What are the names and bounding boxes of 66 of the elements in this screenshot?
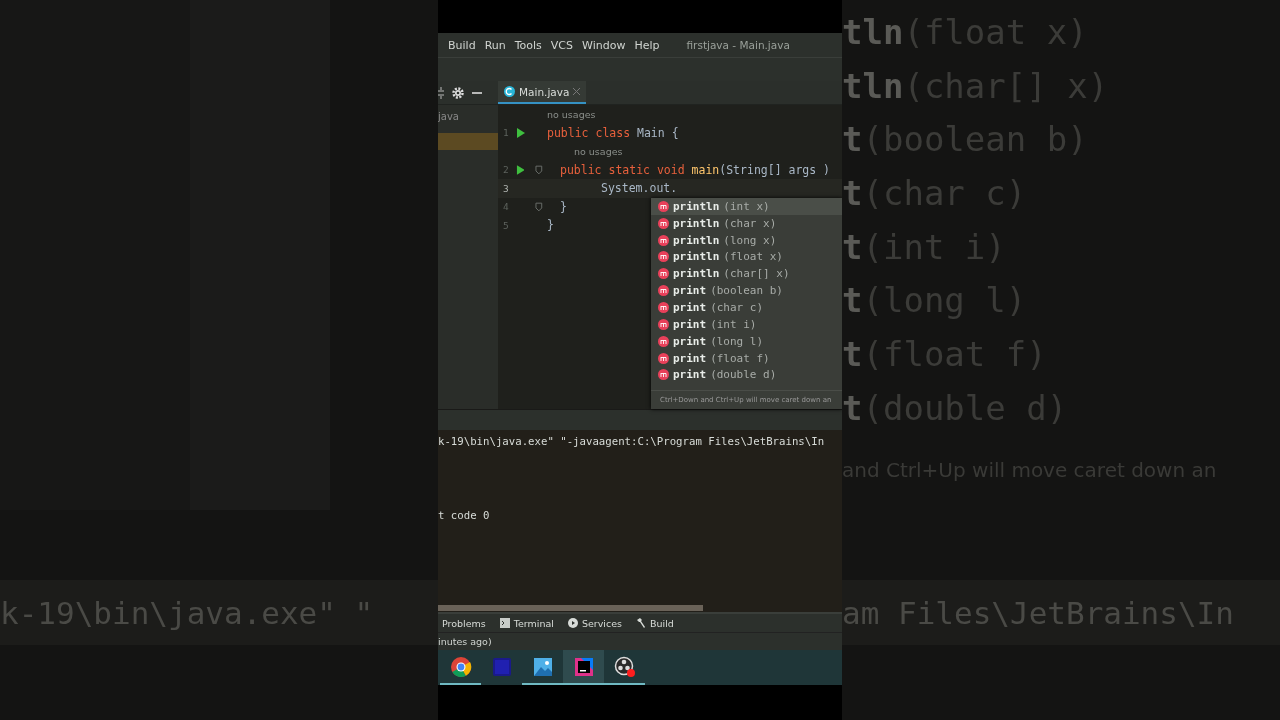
usage-hint[interactable]: no usages bbox=[547, 108, 596, 120]
line-number: 3 bbox=[503, 182, 510, 194]
hammer-icon bbox=[636, 618, 646, 628]
code-line: } bbox=[547, 218, 554, 233]
method-icon bbox=[658, 251, 669, 263]
tool-tab[interactable]: Terminal bbox=[513, 617, 554, 629]
completion-item[interactable]: print (char c) bbox=[651, 299, 842, 316]
method-icon bbox=[658, 285, 669, 297]
line-number: 4 bbox=[503, 201, 510, 213]
menu-item[interactable]: VCS bbox=[550, 38, 580, 52]
console-line: k-19\bin\java.exe" "-javaagent:C:\Program Files\JetBrains\In bbox=[438, 435, 826, 450]
completion-item[interactable]: println (char x) bbox=[651, 214, 842, 232]
recorder-icon[interactable] bbox=[613, 655, 636, 678]
menu-item[interactable]: Help bbox=[634, 38, 666, 52]
usage-hint[interactable]: no usages bbox=[574, 145, 623, 157]
browser-icon[interactable] bbox=[449, 655, 472, 678]
completion-item[interactable]: println (char[] x) bbox=[651, 265, 842, 283]
method-icon bbox=[658, 369, 669, 381]
line-number: 1 bbox=[503, 127, 510, 139]
line-number: 5 bbox=[503, 219, 510, 231]
menu-item[interactable]: Tools bbox=[514, 38, 548, 52]
editor-tab[interactable]: Main.java bbox=[498, 81, 587, 104]
ide-icon[interactable] bbox=[572, 655, 595, 678]
console-line: t code 0 bbox=[438, 509, 491, 524]
status-text: inutes ago) bbox=[438, 636, 492, 647]
menu-item[interactable]: Window bbox=[582, 38, 632, 52]
fold-icon[interactable] bbox=[535, 201, 543, 212]
run-icon[interactable] bbox=[515, 164, 525, 175]
close-icon[interactable] bbox=[573, 88, 581, 95]
play-circle-icon bbox=[567, 618, 578, 628]
tool-tab[interactable]: Problems bbox=[442, 617, 486, 629]
photos-icon[interactable] bbox=[531, 655, 554, 678]
method-icon bbox=[658, 352, 669, 364]
completion-item[interactable]: print (int i) bbox=[651, 315, 842, 333]
code-line: } bbox=[560, 199, 567, 214]
completion-item[interactable]: print (boolean b) bbox=[651, 282, 842, 300]
fold-icon[interactable] bbox=[535, 164, 543, 175]
method-icon bbox=[658, 302, 669, 313]
class-icon bbox=[504, 86, 515, 97]
settings-icon[interactable] bbox=[452, 86, 464, 99]
method-icon bbox=[658, 268, 669, 280]
run-icon[interactable] bbox=[516, 127, 525, 138]
tool-tab[interactable]: Services bbox=[581, 617, 622, 629]
method-icon bbox=[658, 217, 669, 229]
method-icon bbox=[658, 318, 669, 330]
completion-item[interactable]: println (int x) bbox=[651, 198, 842, 215]
completion-item[interactable]: println (float x) bbox=[651, 248, 842, 266]
tree-item[interactable]: java bbox=[438, 108, 498, 125]
completion-item[interactable]: print (long l) bbox=[651, 332, 842, 350]
collapse-icon[interactable] bbox=[438, 86, 444, 99]
window-title: firstjava - Main.java bbox=[686, 39, 790, 51]
menu-item[interactable]: Build bbox=[448, 38, 482, 52]
code-line: System.out. bbox=[601, 181, 678, 196]
method-icon bbox=[658, 335, 669, 347]
scrollbar-thumb[interactable] bbox=[438, 604, 703, 611]
tool-tab[interactable]: Build bbox=[650, 617, 674, 629]
completion-item[interactable]: print (float f) bbox=[651, 349, 842, 367]
method-icon bbox=[658, 200, 669, 212]
line-number: 2 bbox=[503, 164, 510, 176]
code-line: public static void main(String[] args ) bbox=[560, 162, 831, 177]
completion-item[interactable]: println (long x) bbox=[651, 231, 842, 249]
completion-item[interactable]: print (double d) bbox=[651, 366, 842, 384]
menu-item[interactable]: Run bbox=[484, 38, 512, 52]
code-line: public class Main { bbox=[547, 125, 679, 140]
method-icon bbox=[658, 234, 669, 246]
terminal-icon bbox=[499, 618, 510, 628]
